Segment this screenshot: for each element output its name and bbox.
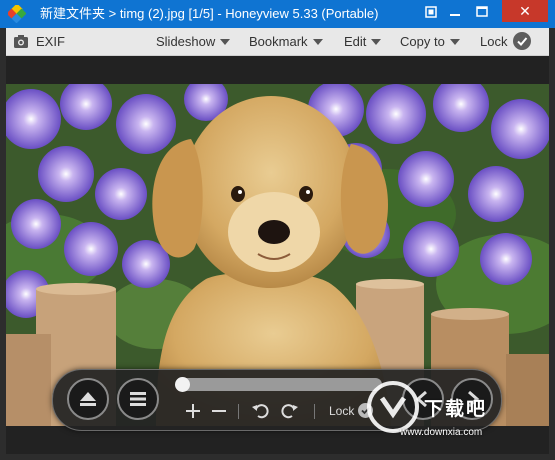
watermark-text: 下载吧 <box>424 399 488 420</box>
maximize-icon <box>476 6 488 17</box>
pin-icon <box>425 6 437 18</box>
pin-button[interactable] <box>420 0 442 24</box>
exif-label: EXIF <box>36 34 65 49</box>
check-icon <box>513 32 532 50</box>
chevron-down-icon <box>371 39 382 45</box>
rotate-left-button[interactable] <box>250 401 272 421</box>
separator <box>314 404 315 419</box>
window-title: 新建文件夹 > timg (2).jpg [1/5] - Honeyview 5… <box>40 6 379 21</box>
maximize-button[interactable] <box>468 0 496 24</box>
slider-handle[interactable] <box>175 377 190 392</box>
eject-button[interactable] <box>67 378 109 420</box>
rotate-right-button[interactable] <box>278 401 300 421</box>
edit-menu[interactable]: Edit <box>344 28 382 55</box>
minimize-icon <box>450 14 460 16</box>
eject-icon <box>80 392 96 406</box>
close-button[interactable]: ✕ <box>502 0 548 22</box>
rotate-left-icon <box>252 404 269 419</box>
watermark-url: www.downxia.com <box>400 427 483 438</box>
toolbar: EXIF Slideshow Bookmark Edit Copy to Loc… <box>6 28 549 56</box>
exif-button[interactable]: EXIF <box>36 28 65 55</box>
zoom-out-button[interactable] <box>208 401 230 421</box>
slideshow-label: Slideshow <box>156 34 216 49</box>
bookmark-menu[interactable]: Bookmark <box>249 28 323 55</box>
chevron-down-icon <box>312 39 323 45</box>
control-lock-label: Lock <box>329 404 355 418</box>
chevron-down-icon <box>449 39 460 45</box>
plus-icon <box>186 404 200 418</box>
honeyview-logo-icon <box>8 5 26 23</box>
downxia-logo <box>367 381 419 433</box>
chevron-down-icon <box>220 39 231 45</box>
edit-label: Edit <box>344 34 367 49</box>
bookmark-label: Bookmark <box>249 34 308 49</box>
rotate-right-icon <box>281 404 298 419</box>
copy-to-menu[interactable]: Copy to <box>400 28 460 55</box>
close-icon: ✕ <box>519 3 531 19</box>
zoom-in-button[interactable] <box>182 401 204 421</box>
position-slider[interactable] <box>175 377 382 392</box>
menu-button[interactable] <box>117 378 159 420</box>
lock-toggle[interactable]: Lock <box>480 28 532 55</box>
title-bar: 新建文件夹 > timg (2).jpg [1/5] - Honeyview 5… <box>0 0 555 28</box>
lock-label: Lock <box>480 34 508 49</box>
slideshow-menu[interactable]: Slideshow <box>156 28 231 55</box>
separator <box>238 404 239 419</box>
minus-icon <box>212 410 226 412</box>
minimize-button[interactable] <box>442 0 468 24</box>
camera-icon <box>14 35 28 48</box>
copy-to-label: Copy to <box>400 34 445 49</box>
menu-icon <box>130 392 146 406</box>
